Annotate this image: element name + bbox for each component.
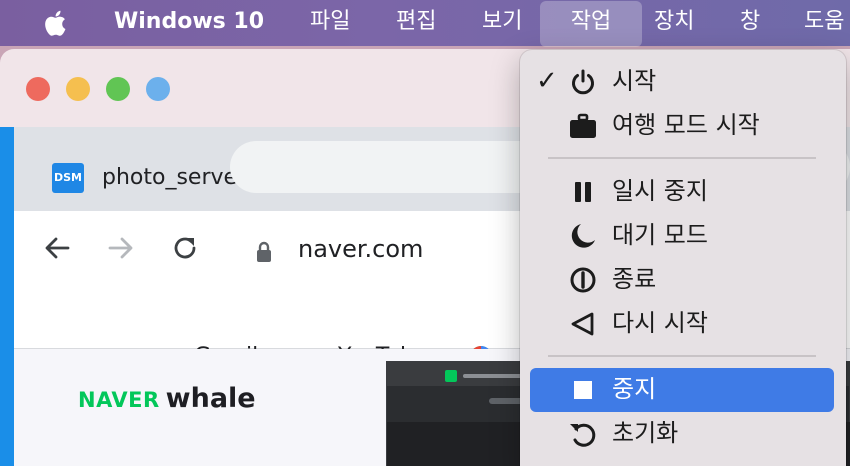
checkmark-icon: ✓ <box>536 66 558 96</box>
apple-logo-icon[interactable] <box>40 7 72 39</box>
menubar-item-edit[interactable]: 편집 <box>396 0 436 46</box>
url-text: naver.com <box>298 235 424 263</box>
stop-icon <box>574 381 592 399</box>
menu-item-label: 중지 <box>612 375 657 403</box>
menu-item-label: 종료 <box>612 265 657 293</box>
logo-whale-text: whale <box>165 383 256 414</box>
pause-icon <box>575 182 591 202</box>
menubar-item-window[interactable]: 창 <box>740 0 760 46</box>
shutdown-icon <box>570 267 596 293</box>
action-menu: ✓ 시작 여행 모드 시작 일시 중지 대기 모드 종료 다시 시작 중지 초기… <box>520 50 846 466</box>
menubar-item-view[interactable]: 보기 <box>482 0 522 46</box>
forward-arrow-icon[interactable] <box>106 233 136 263</box>
briefcase-icon <box>570 113 596 138</box>
reset-icon <box>570 423 596 447</box>
menu-separator <box>548 157 816 159</box>
menu-item-pause[interactable]: 일시 중지 <box>520 170 846 214</box>
menubar-item-help[interactable]: 도움 <box>804 0 844 46</box>
menubar-item-file[interactable]: 파일 <box>310 0 350 46</box>
menu-item-label: 여행 모드 시작 <box>612 111 760 139</box>
menu-item-restart[interactable]: 다시 시작 <box>520 302 846 346</box>
minimize-window-button[interactable] <box>66 77 90 101</box>
restart-icon <box>571 312 594 336</box>
menubar-item-action[interactable]: 작업 <box>540 1 642 47</box>
menu-item-label: 시작 <box>612 67 657 95</box>
zoom-window-button[interactable] <box>106 77 130 101</box>
power-icon <box>572 69 594 95</box>
lock-icon[interactable] <box>252 239 276 265</box>
naver-whale-logo[interactable]: NAVER whale <box>78 383 256 414</box>
back-arrow-icon[interactable] <box>42 233 72 263</box>
menu-item-label: 대기 모드 <box>612 221 708 249</box>
menu-item-label: 일시 중지 <box>612 177 708 205</box>
moon-icon <box>571 224 595 248</box>
menu-item-travel-mode[interactable]: 여행 모드 시작 <box>520 104 846 148</box>
menu-item-label: 초기화 <box>612 419 679 447</box>
menubar-item-devices[interactable]: 장치 <box>654 0 694 46</box>
menu-item-reset[interactable]: 초기화 <box>520 412 846 456</box>
guest-desktop-edge <box>0 127 14 466</box>
close-window-button[interactable] <box>26 77 50 101</box>
menu-item-label: 다시 시작 <box>612 309 708 337</box>
dsm-favicon-icon: DSM <box>52 163 84 193</box>
menu-item-shutdown[interactable]: 종료 <box>520 258 846 302</box>
coherence-button[interactable] <box>146 77 170 101</box>
menubar-app-name[interactable]: Windows 10 <box>114 0 264 46</box>
menu-bar: Windows 10 파일 편집 보기 작업 장치 창 도움 <box>0 0 850 47</box>
menu-item-suspend[interactable]: 대기 모드 <box>520 214 846 258</box>
menu-item-start[interactable]: ✓ 시작 <box>520 60 846 104</box>
menu-item-stop[interactable]: 중지 <box>520 368 846 412</box>
menu-separator <box>548 355 816 357</box>
reload-icon[interactable] <box>170 233 200 263</box>
preview-favicon-icon <box>445 370 457 382</box>
logo-naver-text: NAVER <box>78 388 160 412</box>
